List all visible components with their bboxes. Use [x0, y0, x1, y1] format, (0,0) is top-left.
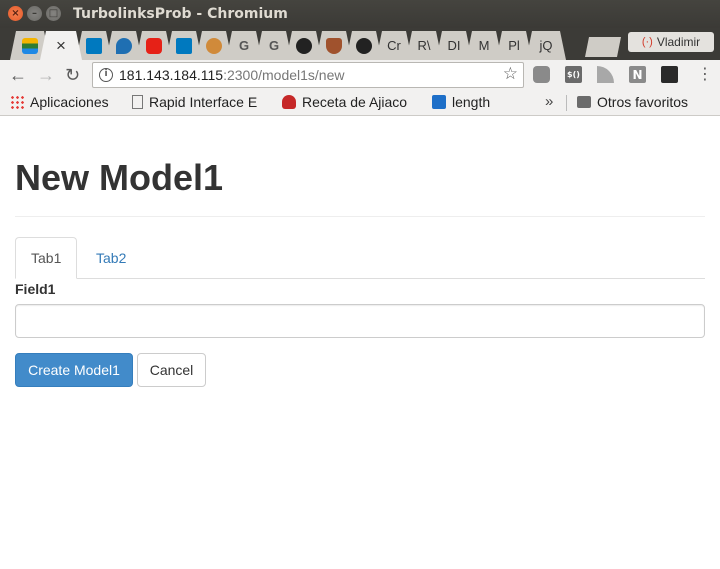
badger-icon [326, 38, 342, 54]
browser-tab[interactable] [316, 31, 352, 60]
browser-tab[interactable] [136, 31, 172, 60]
cat-icon [206, 38, 222, 54]
tab-label: DI [447, 38, 461, 53]
browser-tab[interactable]: jQ [526, 31, 566, 60]
bookmarks-overflow-button[interactable]: » [545, 93, 553, 110]
browser-tab[interactable] [196, 31, 232, 60]
address-bar[interactable]: i 181.143.184.115:2300/model1s/new ☆ [92, 62, 524, 88]
browser-tab[interactable]: G [256, 31, 292, 60]
rss-extension-icon[interactable] [597, 66, 614, 83]
browser-tab[interactable] [76, 31, 112, 60]
page-icon [132, 95, 143, 109]
browser-tab[interactable]: M [466, 31, 502, 60]
browser-tab[interactable] [346, 31, 382, 60]
bookmark-label: length [452, 94, 491, 110]
github-icon [296, 38, 312, 54]
bookmark-label: Rapid Interface E [149, 94, 258, 110]
page-content: New Model1 Tab1 Tab2 Field1 Create Model… [0, 117, 720, 569]
browser-tab[interactable] [106, 31, 142, 60]
window-title: TurbolinksProb - Chromium [73, 6, 288, 22]
site-info-icon[interactable]: i [99, 68, 113, 82]
browser-tab[interactable] [166, 31, 202, 60]
divider [15, 216, 705, 217]
dollar-extension-icon[interactable]: $() [565, 66, 582, 83]
address-url: 181.143.184.115:2300/model1s/new [119, 67, 345, 83]
chef-icon [282, 95, 296, 109]
other-bookmarks-folder[interactable]: Otros favoritos [577, 94, 688, 110]
other-bookmarks-label: Otros favoritos [597, 94, 689, 110]
bookmark-item[interactable]: length [432, 94, 490, 110]
film-extension-icon[interactable] [661, 66, 678, 83]
window-titlebar: × – □ TurbolinksProb - Chromium [0, 0, 720, 28]
camera-extension-icon[interactable] [533, 66, 550, 83]
menu-icon[interactable]: ⋮ [697, 64, 713, 86]
reload-button[interactable]: ↻ [65, 64, 80, 86]
g-icon: G [238, 38, 250, 53]
apps-bookmark[interactable]: Aplicaciones [10, 94, 109, 110]
bookmarks-bar: Aplicaciones Rapid Interface E Receta de… [0, 90, 720, 116]
url-host: 181.143.184.115 [119, 67, 224, 83]
window-close-button[interactable]: × [8, 6, 23, 21]
cancel-button[interactable]: Cancel [137, 353, 206, 387]
window-maximize-button[interactable]: □ [46, 6, 61, 21]
forward-button[interactable]: → [37, 64, 55, 86]
browser-tab[interactable] [286, 31, 322, 60]
new-tab-button[interactable] [585, 37, 621, 57]
drop-icon [116, 38, 132, 54]
bookmark-star-icon[interactable]: ☆ [503, 64, 518, 84]
browser-tab[interactable]: Pl [496, 31, 532, 60]
tab-label: Cr [387, 38, 401, 53]
browser-tab[interactable]: Cr [376, 31, 412, 60]
page-title: New Model1 [15, 157, 224, 198]
browser-tab-active[interactable]: × [40, 31, 82, 60]
g-icon: G [268, 38, 280, 53]
tabs-underline [15, 278, 705, 279]
n-extension-icon[interactable]: N [629, 66, 646, 83]
github-icon [356, 38, 372, 54]
tab-label: R\ [417, 38, 431, 53]
window-minimize-button[interactable]: – [27, 6, 42, 21]
browser-tab[interactable]: G [226, 31, 262, 60]
bookmarks-separator [566, 95, 567, 111]
stack-icon [22, 38, 38, 54]
create-model1-button[interactable]: Create Model1 [15, 353, 133, 387]
youtube-icon [146, 38, 162, 54]
profile-avatar-icon: (·) [641, 36, 653, 48]
bookmark-item[interactable]: Receta de Ajiaco [282, 94, 414, 110]
tab-label: Pl [508, 38, 520, 53]
browser-toolbar: ← → ↻ i 181.143.184.115:2300/model1s/new… [0, 60, 720, 90]
tab-strip: × G G Cr R\ DI M Pl jQ (·) Vladimir [0, 28, 720, 60]
profile-name: Vladimir [656, 35, 701, 49]
browser-tab[interactable]: R\ [406, 31, 442, 60]
apps-label: Aplicaciones [30, 94, 109, 110]
trello-icon [176, 38, 192, 54]
tab-tab2[interactable]: Tab2 [81, 237, 141, 279]
trello-icon [86, 38, 102, 54]
url-path: :2300/model1s/new [223, 67, 345, 83]
profile-button[interactable]: (·) Vladimir [628, 32, 714, 52]
back-button[interactable]: ← [9, 64, 27, 86]
field1-label: Field1 [15, 281, 56, 297]
bookmark-label: Receta de Ajiaco [302, 94, 408, 110]
browser-tab[interactable]: DI [436, 31, 472, 60]
tab-label: M [478, 38, 490, 53]
close-icon[interactable]: × [56, 36, 66, 56]
book-icon [432, 95, 446, 109]
apps-grid-icon [10, 95, 24, 109]
tab-tab1[interactable]: Tab1 [15, 237, 78, 279]
tab-label: jQ [539, 38, 553, 53]
field1-input[interactable] [15, 304, 705, 338]
bookmark-item[interactable]: Rapid Interface E [132, 94, 259, 110]
folder-icon [577, 96, 591, 108]
